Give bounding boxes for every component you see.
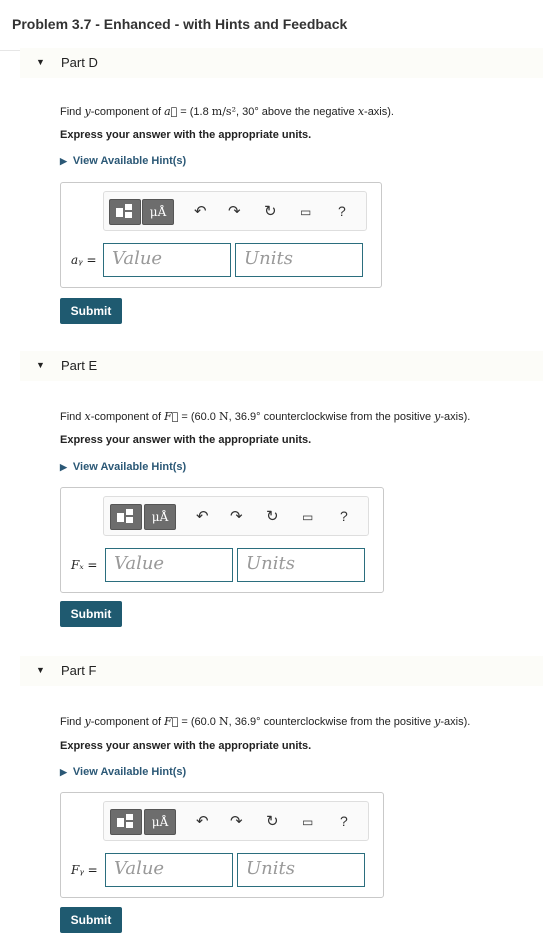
keyboard-icon[interactable]: ▭ bbox=[302, 815, 313, 829]
math-toolbar: μÅ ↶ ↷ ↻ ▭ ? bbox=[103, 496, 369, 536]
caret-right-icon: ▶ bbox=[60, 462, 67, 472]
collapse-triangle-icon[interactable]: ▼ bbox=[36, 665, 45, 675]
redo-icon[interactable]: ↷ bbox=[230, 812, 243, 830]
part-f-header[interactable] bbox=[20, 656, 543, 686]
question-text: Find y-component of a⃗ = (1.8 m/s², 30° … bbox=[60, 105, 394, 118]
part-d-header[interactable] bbox=[20, 48, 543, 78]
redo-icon[interactable]: ↷ bbox=[228, 202, 241, 220]
part-label: Part E bbox=[61, 358, 98, 373]
instruction-text: Express your answer with the appropriate… bbox=[60, 434, 312, 446]
variable-label: Fᵧ = bbox=[71, 863, 98, 877]
template-icon[interactable] bbox=[110, 504, 142, 530]
help-icon[interactable]: ? bbox=[340, 813, 348, 829]
units-input[interactable]: Units bbox=[235, 243, 363, 277]
answer-box: μÅ ↶ ↷ ↻ ▭ ? aᵧ = Value Units bbox=[60, 182, 382, 288]
math-toolbar: μÅ ↶ ↷ ↻ ▭ ? bbox=[103, 191, 367, 231]
answer-box: μÅ ↶ ↷ ↻ ▭ ? Fᵧ = Value Units bbox=[60, 792, 384, 898]
value-input[interactable]: Value bbox=[103, 243, 231, 277]
undo-icon[interactable]: ↶ bbox=[196, 812, 209, 830]
math-toolbar: μÅ ↶ ↷ ↻ ▭ ? bbox=[103, 801, 369, 841]
question-text: Find x-component of F⃗ = (60.0 N, 36.9° … bbox=[60, 410, 471, 423]
help-icon[interactable]: ? bbox=[340, 508, 348, 524]
keyboard-icon[interactable]: ▭ bbox=[300, 205, 311, 219]
answer-box: μÅ ↶ ↷ ↻ ▭ ? Fₓ = Value Units bbox=[60, 487, 384, 593]
collapse-triangle-icon[interactable]: ▼ bbox=[36, 360, 45, 370]
help-icon[interactable]: ? bbox=[338, 203, 346, 219]
caret-right-icon: ▶ bbox=[60, 767, 67, 777]
reset-icon[interactable]: ↻ bbox=[266, 812, 279, 830]
undo-icon[interactable]: ↶ bbox=[194, 202, 207, 220]
template-icon[interactable] bbox=[109, 199, 141, 225]
undo-icon[interactable]: ↶ bbox=[196, 507, 209, 525]
units-input[interactable]: Units bbox=[237, 853, 365, 887]
value-input[interactable]: Value bbox=[105, 853, 233, 887]
part-e-header[interactable] bbox=[20, 351, 543, 381]
view-hints-link[interactable]: ▶ View Available Hint(s) bbox=[60, 766, 186, 778]
reset-icon[interactable]: ↻ bbox=[266, 507, 279, 525]
variable-label: Fₓ = bbox=[71, 558, 98, 572]
greek-units-icon[interactable]: μÅ bbox=[142, 199, 174, 225]
submit-button[interactable]: Submit bbox=[60, 907, 122, 933]
redo-icon[interactable]: ↷ bbox=[230, 507, 243, 525]
keyboard-icon[interactable]: ▭ bbox=[302, 510, 313, 524]
page-title: Problem 3.7 - Enhanced - with Hints and … bbox=[12, 16, 348, 32]
question-text: Find y-component of F⃗ = (60.0 N, 36.9° … bbox=[60, 715, 471, 728]
page-header: Problem 3.7 - Enhanced - with Hints and … bbox=[0, 0, 543, 51]
variable-label: aᵧ = bbox=[71, 253, 97, 267]
reset-icon[interactable]: ↻ bbox=[264, 202, 277, 220]
collapse-triangle-icon[interactable]: ▼ bbox=[36, 57, 45, 67]
part-label: Part F bbox=[61, 663, 97, 678]
template-icon[interactable] bbox=[110, 809, 142, 835]
instruction-text: Express your answer with the appropriate… bbox=[60, 129, 312, 141]
instruction-text: Express your answer with the appropriate… bbox=[60, 740, 312, 752]
submit-button[interactable]: Submit bbox=[60, 298, 122, 324]
view-hints-link[interactable]: ▶ View Available Hint(s) bbox=[60, 461, 186, 473]
units-input[interactable]: Units bbox=[237, 548, 365, 582]
submit-button[interactable]: Submit bbox=[60, 601, 122, 627]
caret-right-icon: ▶ bbox=[60, 156, 67, 166]
value-input[interactable]: Value bbox=[105, 548, 233, 582]
greek-units-icon[interactable]: μÅ bbox=[144, 809, 176, 835]
part-label: Part D bbox=[61, 55, 98, 70]
view-hints-link[interactable]: ▶ View Available Hint(s) bbox=[60, 155, 186, 167]
greek-units-icon[interactable]: μÅ bbox=[144, 504, 176, 530]
